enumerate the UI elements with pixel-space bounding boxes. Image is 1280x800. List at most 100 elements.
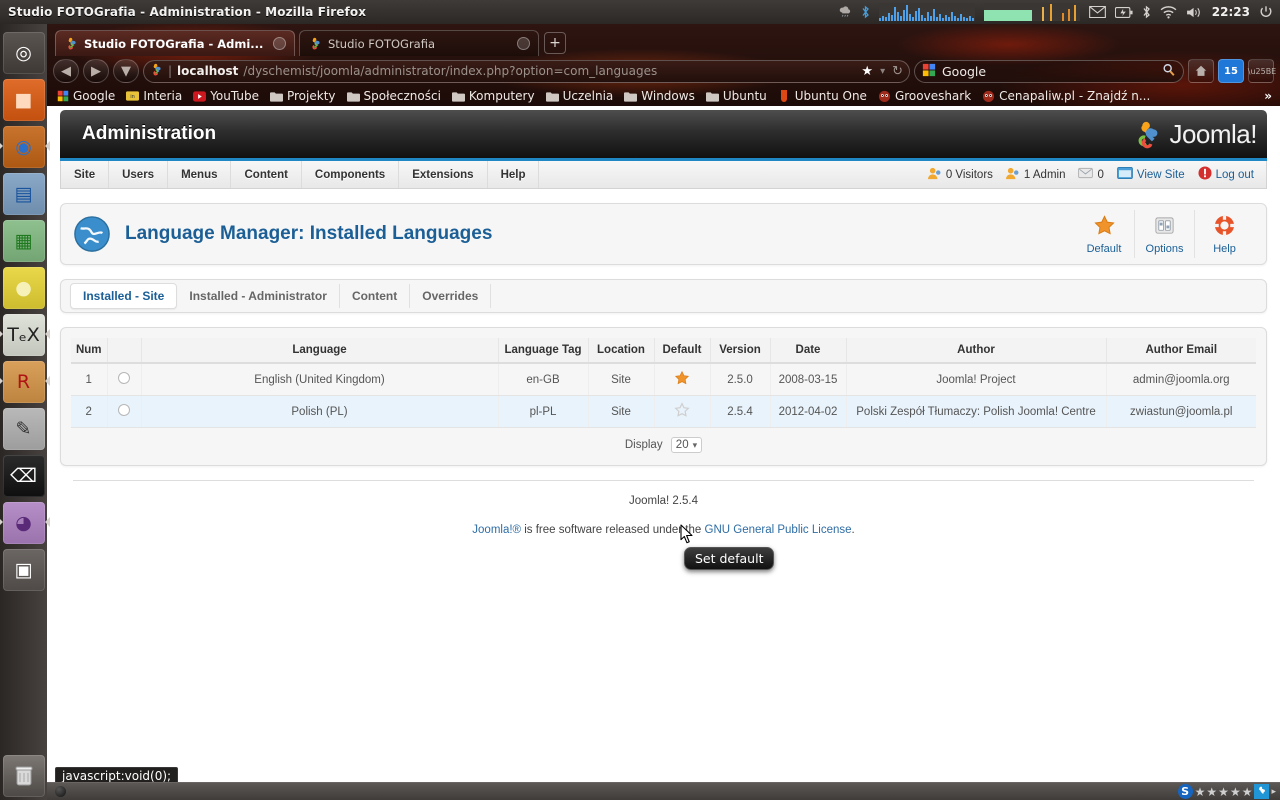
bookmark-item[interactable]: Ubuntu One <box>774 88 871 104</box>
cpu-graph-icon[interactable] <box>878 3 975 21</box>
stop-button[interactable]: ▼ <box>113 59 139 83</box>
column-header[interactable]: Location <box>588 338 655 364</box>
launcher-item-ubuntu-one[interactable]: ● <box>2 267 45 309</box>
default-button[interactable]: Default <box>1074 210 1134 258</box>
column-header[interactable]: Date <box>770 338 847 364</box>
forward-button[interactable]: ▶ <box>83 59 109 83</box>
launcher-item-firefox[interactable]: ◉ <box>0 126 50 168</box>
search-icon[interactable] <box>1162 63 1176 80</box>
bookmarks-overflow-chevron[interactable]: » <box>1264 89 1275 103</box>
bookmark-item[interactable]: Projekty <box>266 88 340 104</box>
launcher-item-texmaker[interactable]: TₑX <box>0 314 50 356</box>
launcher-item-text-editor[interactable]: ✎ <box>2 408 45 450</box>
addonbar-grip[interactable] <box>55 786 66 797</box>
bookmark-item[interactable]: Uczelnia <box>542 88 618 104</box>
column-header[interactable]: Language <box>141 338 499 364</box>
browser-tab-active[interactable]: Studio FOTOGrafia - Admi... <box>55 30 295 56</box>
joomla-addon-icon[interactable] <box>1254 784 1270 799</box>
row-select-radio[interactable] <box>107 395 142 428</box>
rating-star-icon[interactable]: ★ <box>1206 785 1217 799</box>
search-bar[interactable]: Google <box>914 59 1184 83</box>
rating-star-icon[interactable]: ★ <box>1242 785 1253 799</box>
row-select-radio[interactable] <box>107 363 142 396</box>
admin-status[interactable]: 1 Admin <box>1005 167 1065 183</box>
radio-icon[interactable] <box>118 404 130 416</box>
help-button[interactable]: Help <box>1194 210 1254 258</box>
launcher-item-libreoffice-calc[interactable]: ▦ <box>2 220 45 262</box>
battery-icon[interactable] <box>1114 6 1133 18</box>
row-default-star[interactable] <box>654 395 711 428</box>
tab-close-icon[interactable] <box>517 37 530 50</box>
bluetooth-icon[interactable] <box>861 5 870 19</box>
addonbar-arrow-icon[interactable]: ▸ <box>1271 787 1276 797</box>
browser-tab-inactive[interactable]: Studio FOTOGrafia <box>299 30 539 56</box>
menu-extensions[interactable]: Extensions <box>399 161 488 188</box>
column-header[interactable]: Author Email <box>1106 338 1256 364</box>
bookmark-star-icon[interactable]: ★ <box>861 64 873 79</box>
column-header[interactable]: Author <box>846 338 1107 364</box>
visitors-status[interactable]: 0 Visitors <box>927 167 993 183</box>
trash-icon[interactable] <box>2 755 45 797</box>
rating-star-icon[interactable]: ★ <box>1218 785 1229 799</box>
tab-overrides[interactable]: Overrides <box>410 284 492 308</box>
menu-help[interactable]: Help <box>488 161 540 188</box>
bookmark-item[interactable]: in Interia <box>122 88 186 104</box>
wifi-icon[interactable] <box>1160 5 1177 19</box>
bookmark-item[interactable]: Windows <box>620 88 699 104</box>
skype-addon-icon[interactable]: S <box>1177 784 1193 799</box>
row-default-star[interactable] <box>654 363 711 396</box>
tab-installed-administrator[interactable]: Installed - Administrator <box>177 284 340 308</box>
power-icon[interactable] <box>1259 5 1273 19</box>
view-site-link[interactable]: View Site <box>1117 167 1185 182</box>
new-tab-button[interactable]: + <box>544 32 566 54</box>
menu-users[interactable]: Users <box>109 161 169 188</box>
rating-star-icon[interactable]: ★ <box>1230 785 1241 799</box>
bookmark-item[interactable]: Grooveshark <box>874 88 975 104</box>
clock[interactable]: 22:23 <box>1212 5 1250 19</box>
messages-status[interactable]: 0 <box>1078 167 1104 182</box>
table-row[interactable]: 2 Polish (PL) pl-PL Site 2.5.4 2012-04-02 Pols… <box>71 395 1256 428</box>
bookmark-item[interactable]: Komputery <box>448 88 539 104</box>
bookmark-item[interactable]: Cenapaliw.pl - Znajdź n... <box>978 88 1154 104</box>
tab-installed-site[interactable]: Installed - Site <box>70 283 178 309</box>
options-button[interactable]: Options <box>1134 210 1194 258</box>
tab-content[interactable]: Content <box>340 284 411 308</box>
launcher-item-ubuntu-dash[interactable]: ◎ <box>2 32 45 74</box>
display-limit-select[interactable]: 20 ▾ <box>670 437 703 453</box>
star-filled-icon[interactable] <box>674 370 690 390</box>
bookmark-item[interactable]: YouTube <box>189 88 263 104</box>
bookmark-item[interactable]: Ubuntu <box>702 88 771 104</box>
chevron-down-icon[interactable]: ▾ <box>880 66 885 77</box>
network-graph-icon[interactable] <box>983 3 1080 21</box>
column-header[interactable] <box>107 338 142 364</box>
weather-icon[interactable] <box>839 5 852 19</box>
star-outline-icon[interactable] <box>674 402 690 422</box>
joomla-trademark-link[interactable]: Joomla!® <box>472 524 521 536</box>
menu-components[interactable]: Components <box>302 161 400 188</box>
addon-button[interactable]: \u25BE <box>1248 59 1276 83</box>
rating-star-icon[interactable]: ★ <box>1195 785 1206 799</box>
calendar-button[interactable]: 15 <box>1218 59 1244 83</box>
launcher-item-files-nautilus[interactable]: ■ <box>2 79 45 121</box>
back-button[interactable]: ◀ <box>53 59 79 83</box>
search-input[interactable]: Google <box>942 64 986 79</box>
launcher-item-pidgin-messenger[interactable]: ◕ <box>0 502 50 544</box>
url-bar[interactable]: | localhost/dyschemist/joomla/administra… <box>143 59 910 83</box>
bookmark-item[interactable]: Społeczności <box>343 88 445 104</box>
bookmark-item[interactable]: Google <box>52 88 119 104</box>
bluetooth-icon[interactable] <box>1142 5 1151 19</box>
column-header[interactable]: Version <box>710 338 771 364</box>
table-row[interactable]: 1 English (United Kingdom) en-GB Site 2.5.0 2… <box>71 363 1256 396</box>
radio-icon[interactable] <box>118 372 130 384</box>
mail-icon[interactable] <box>1088 6 1106 18</box>
logout-link[interactable]: Log out <box>1198 166 1254 183</box>
column-header[interactable]: Num <box>71 338 108 364</box>
reload-icon[interactable]: ↻ <box>892 64 903 79</box>
launcher-item-libreoffice-writer[interactable]: ▤ <box>2 173 45 215</box>
gpl-license-link[interactable]: GNU General Public License <box>705 524 852 536</box>
launcher-item-workspace-switcher[interactable]: ▣ <box>2 549 45 591</box>
launcher-item-rkward[interactable]: R <box>0 361 50 403</box>
launcher-item-terminal[interactable]: ⌫ <box>2 455 45 497</box>
menu-content[interactable]: Content <box>231 161 302 188</box>
tab-close-icon[interactable] <box>273 37 286 50</box>
